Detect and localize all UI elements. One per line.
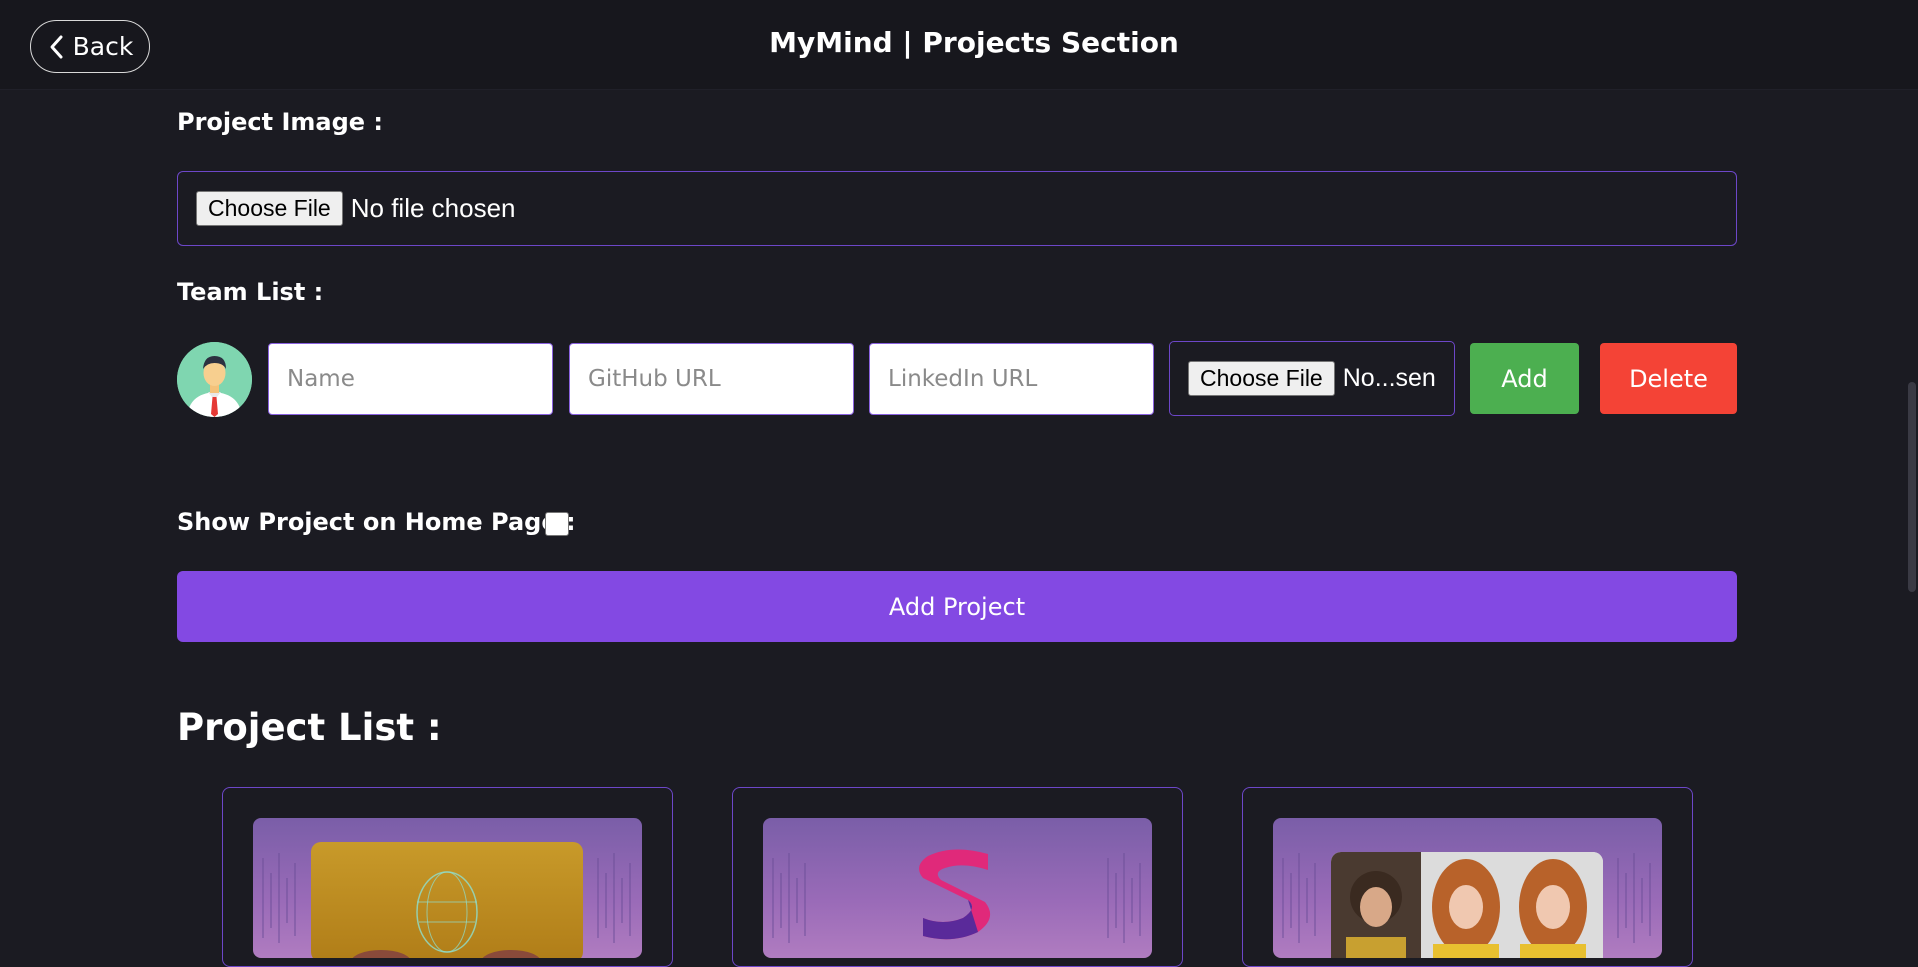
project-image-file-input[interactable]: Choose File No file chosen [177, 171, 1737, 246]
page-title: MyMind | Projects Section [769, 26, 1179, 59]
team-image-file-input[interactable]: Choose File No...sen [1169, 341, 1455, 416]
scrollbar-thumb[interactable] [1908, 382, 1916, 592]
project-card[interactable] [1242, 787, 1693, 967]
project-card[interactable] [732, 787, 1183, 967]
project-card-image [763, 818, 1152, 958]
s-logo-icon [919, 849, 991, 940]
team-list-label: Team List : [177, 278, 324, 306]
person-avatar-icon [177, 342, 252, 417]
team-member-avatar [177, 342, 252, 417]
team-github-input[interactable] [569, 343, 854, 415]
file-status-text: No file chosen [350, 193, 516, 223]
show-on-home-checkbox[interactable] [545, 512, 569, 536]
project-card-image [1273, 818, 1662, 958]
team-choose-file-button[interactable]: Choose File [1188, 361, 1335, 396]
team-name-input[interactable] [268, 343, 553, 415]
show-on-home-label: Show Project on Home Page : [177, 508, 576, 536]
delete-team-member-button[interactable]: Delete [1600, 343, 1737, 414]
top-bar: Back MyMind | Projects Section [0, 0, 1918, 90]
project-image-label: Project Image : [177, 108, 384, 136]
project-card[interactable] [222, 787, 673, 967]
people-photo-thumbnail [1331, 852, 1603, 958]
choose-file-button[interactable]: Choose File [196, 191, 343, 226]
team-linkedin-input[interactable] [869, 343, 1154, 415]
team-file-status: No...sen [1342, 364, 1436, 392]
project-list-title: Project List : [177, 706, 442, 749]
ai-face-thumbnail [311, 842, 583, 958]
add-project-button[interactable]: Add Project [177, 571, 1737, 642]
scrollbar[interactable] [1900, 90, 1918, 949]
add-team-member-button[interactable]: Add [1470, 343, 1579, 414]
project-card-image [253, 818, 642, 958]
